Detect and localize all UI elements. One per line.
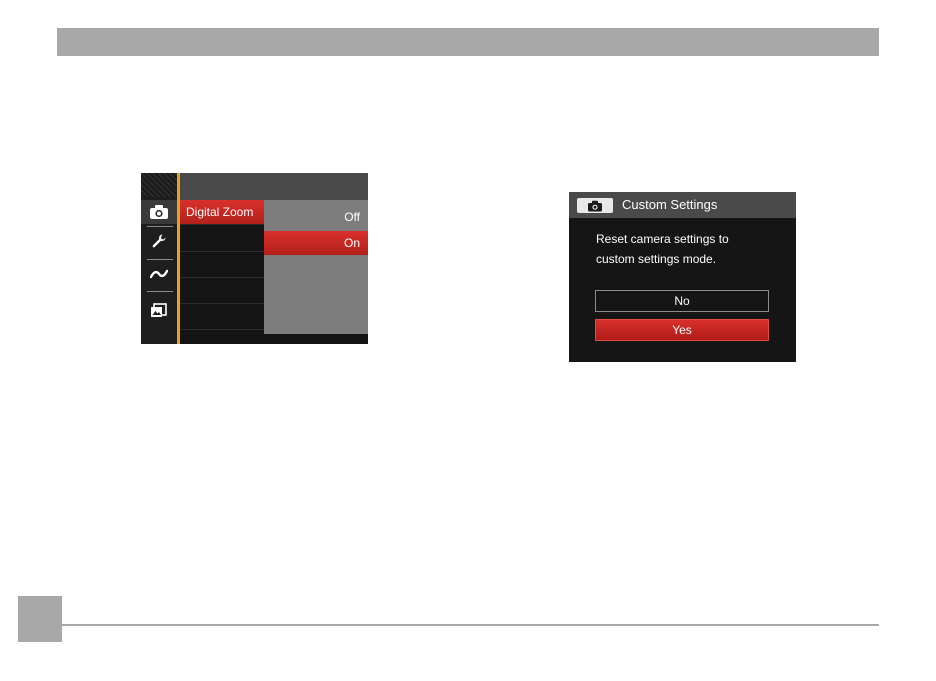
menu-icon-column bbox=[141, 173, 177, 344]
option-panel: Off On bbox=[264, 200, 368, 334]
dialog-message: Reset camera settings to custom settings… bbox=[596, 229, 786, 269]
footer-rule bbox=[62, 624, 879, 626]
menu-header bbox=[180, 173, 368, 200]
page-number-tab bbox=[18, 596, 62, 642]
no-button[interactable]: No bbox=[595, 290, 769, 312]
dialog-title-bar: Custom Settings bbox=[569, 192, 796, 218]
dialog-message-line-1: Reset camera settings to bbox=[596, 232, 729, 246]
menu-item[interactable] bbox=[180, 226, 264, 252]
camera-icon[interactable] bbox=[141, 200, 177, 224]
header-bar bbox=[57, 28, 879, 56]
menu-item[interactable] bbox=[180, 278, 264, 304]
menu-item[interactable] bbox=[180, 252, 264, 278]
option-on[interactable]: On bbox=[264, 231, 368, 255]
icon-divider bbox=[147, 291, 173, 292]
camera-menu-screenshot: Digital Zoom Off On bbox=[141, 173, 368, 344]
manual-page: Digital Zoom Off On Custom Settings Rese… bbox=[0, 0, 936, 681]
custom-settings-dialog: Custom Settings Reset camera settings to… bbox=[569, 192, 796, 362]
menu-item[interactable] bbox=[180, 304, 264, 330]
menu-bottom-strip bbox=[264, 334, 368, 344]
yes-button[interactable]: Yes bbox=[595, 319, 769, 341]
playback-icon[interactable] bbox=[141, 299, 177, 323]
dialog-message-line-2: custom settings mode. bbox=[596, 252, 717, 266]
menu-item-digital-zoom[interactable]: Digital Zoom bbox=[180, 200, 264, 225]
icon-divider bbox=[147, 226, 173, 227]
dialog-title: Custom Settings bbox=[622, 197, 718, 212]
option-off[interactable]: Off bbox=[264, 205, 368, 229]
wrench-icon[interactable] bbox=[141, 229, 177, 253]
camera-icon bbox=[577, 198, 613, 213]
connection-icon[interactable] bbox=[141, 262, 177, 286]
menu-header-pattern bbox=[141, 173, 177, 197]
icon-divider bbox=[147, 259, 173, 260]
